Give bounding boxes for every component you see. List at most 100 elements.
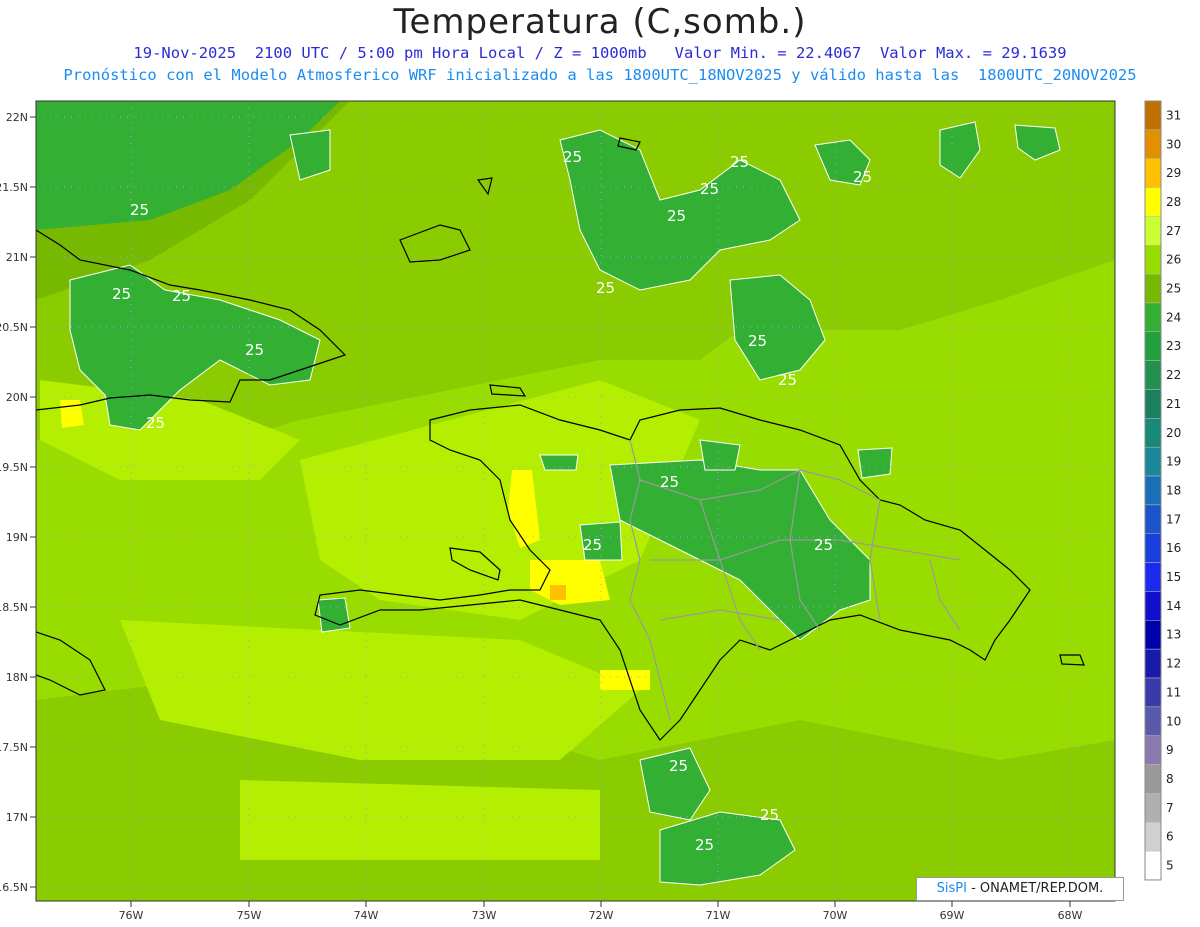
contour-label: 25 — [130, 201, 149, 219]
colorbar-label: 11 — [1166, 685, 1181, 699]
lon-label: 70W — [823, 909, 848, 922]
colorbar-swatch — [1144, 533, 1162, 563]
colorbar-label: 20 — [1166, 426, 1181, 440]
colorbar-legend: 31 30 29 28 27 26 25 24 23 22 21 20 19 18 17 16 15 14 13 12… — [1144, 100, 1181, 881]
lat-label: 17N — [6, 811, 28, 824]
lat-label: 21N — [6, 251, 28, 264]
colorbar-label: 27 — [1166, 224, 1181, 238]
contour-label: 25 — [583, 536, 602, 554]
colorbar-label: 22 — [1166, 368, 1181, 382]
colorbar-swatch — [1144, 360, 1162, 390]
colorbar-label: 21 — [1166, 397, 1181, 411]
colorbar-swatch — [1144, 129, 1162, 159]
colorbar-swatch — [1144, 822, 1162, 852]
colorbar-label: 6 — [1166, 830, 1174, 844]
lon-label: 76W — [119, 909, 144, 922]
colorbar-label: 17 — [1166, 512, 1181, 526]
temperature-map: 25 25 25 25 25 25 25 25 25 25 25 25 25 2… — [0, 100, 1181, 922]
contour-label: 25 — [172, 287, 191, 305]
lon-label: 69W — [940, 909, 965, 922]
colorbar-swatch — [1144, 620, 1162, 650]
lat-label: 19.5N — [0, 461, 28, 474]
contour-label: 25 — [660, 473, 679, 491]
colorbar-label: 28 — [1166, 195, 1181, 209]
colorbar-swatch — [1144, 562, 1162, 592]
contour-label: 25 — [730, 153, 749, 171]
lat-label: 22N — [6, 111, 28, 124]
lat-label: 18N — [6, 671, 28, 684]
contour-label: 25 — [146, 414, 165, 432]
colorbar-swatch — [1144, 591, 1162, 621]
colorbar-label: 31 — [1166, 108, 1181, 122]
colorbar-label: 8 — [1166, 772, 1174, 786]
contour-label: 25 — [245, 341, 264, 359]
lon-label: 71W — [706, 909, 731, 922]
contour-label: 25 — [778, 371, 797, 389]
colorbar-swatch — [1144, 418, 1162, 448]
colorbar-swatch — [1144, 764, 1162, 794]
lat-label: 20.5N — [0, 321, 28, 334]
colorbar-label: 19 — [1166, 455, 1181, 469]
sispi-logo: SisPI — [936, 881, 967, 896]
colorbar-label: 26 — [1166, 253, 1181, 267]
colorbar-label: 12 — [1166, 657, 1181, 671]
contour-label: 25 — [667, 207, 686, 225]
colorbar-swatch — [1144, 475, 1162, 506]
colorbar-swatch — [1144, 389, 1162, 419]
colorbar-label: 16 — [1166, 541, 1181, 555]
colorbar-label: 29 — [1166, 166, 1181, 180]
colorbar-label: 15 — [1166, 570, 1181, 584]
lon-label: 68W — [1058, 909, 1083, 922]
colorbar-label: 23 — [1166, 339, 1181, 353]
colorbar-label: 14 — [1166, 599, 1181, 613]
contour-label: 25 — [853, 168, 872, 186]
contour-label: 25 — [695, 836, 714, 854]
lat-label: 17.5N — [0, 741, 28, 754]
colorbar-label: 5 — [1166, 859, 1174, 873]
contour-label: 25 — [563, 148, 582, 166]
colorbar-swatch — [1144, 735, 1162, 765]
colorbar-swatch — [1144, 245, 1162, 275]
colorbar-label: 24 — [1166, 310, 1181, 324]
temperature-field: 25 25 25 25 25 25 25 25 25 25 25 25 25 2… — [36, 101, 1115, 901]
lon-label: 75W — [237, 909, 262, 922]
colorbar-swatch — [1144, 793, 1162, 823]
colorbar-swatch — [1144, 331, 1162, 361]
colorbar-swatch — [1144, 850, 1162, 881]
colorbar-swatch — [1144, 302, 1162, 333]
contour-label: 25 — [760, 806, 779, 824]
colorbar-swatch — [1144, 187, 1162, 217]
latitude-axis: 22N 21.5N 21N 20.5N 20N 19.5N 19N 18.5N … — [0, 111, 36, 894]
lat-label: 21.5N — [0, 181, 28, 194]
colorbar-label: 13 — [1166, 628, 1181, 642]
contour-label: 25 — [112, 285, 131, 303]
colorbar-swatch — [1144, 158, 1162, 188]
lat-label: 19N — [6, 531, 28, 544]
contour-label: 25 — [596, 279, 615, 297]
colorbar-swatch — [1144, 100, 1162, 131]
colorbar-label: 18 — [1166, 483, 1181, 497]
lat-label: 18.5N — [0, 601, 28, 614]
lon-label: 73W — [472, 909, 497, 922]
colorbar-label: 25 — [1166, 282, 1181, 296]
lon-label: 74W — [354, 909, 379, 922]
contour-label: 25 — [669, 757, 688, 775]
longitude-axis: 76W 75W 74W 73W 72W 71W 70W 69W 68W — [119, 901, 1083, 922]
credit-text: - ONAMET/REP.DOM. — [971, 881, 1104, 896]
colorbar-label: 30 — [1166, 137, 1181, 151]
colorbar-swatch — [1144, 648, 1162, 679]
contour-label: 25 — [748, 332, 767, 350]
lat-label: 16.5N — [0, 881, 28, 894]
contour-label: 25 — [700, 180, 719, 198]
colorbar-swatch — [1144, 677, 1162, 708]
colorbar-swatch — [1144, 446, 1162, 477]
colorbar-swatch — [1144, 706, 1162, 736]
colorbar-swatch — [1144, 504, 1162, 534]
contour-label: 25 — [814, 536, 833, 554]
colorbar-swatch — [1144, 273, 1162, 304]
colorbar-label: 9 — [1166, 743, 1174, 757]
colorbar-label: 10 — [1166, 714, 1181, 728]
lat-label: 20N — [6, 391, 28, 404]
lon-label: 72W — [589, 909, 614, 922]
colorbar-label: 7 — [1166, 801, 1174, 815]
